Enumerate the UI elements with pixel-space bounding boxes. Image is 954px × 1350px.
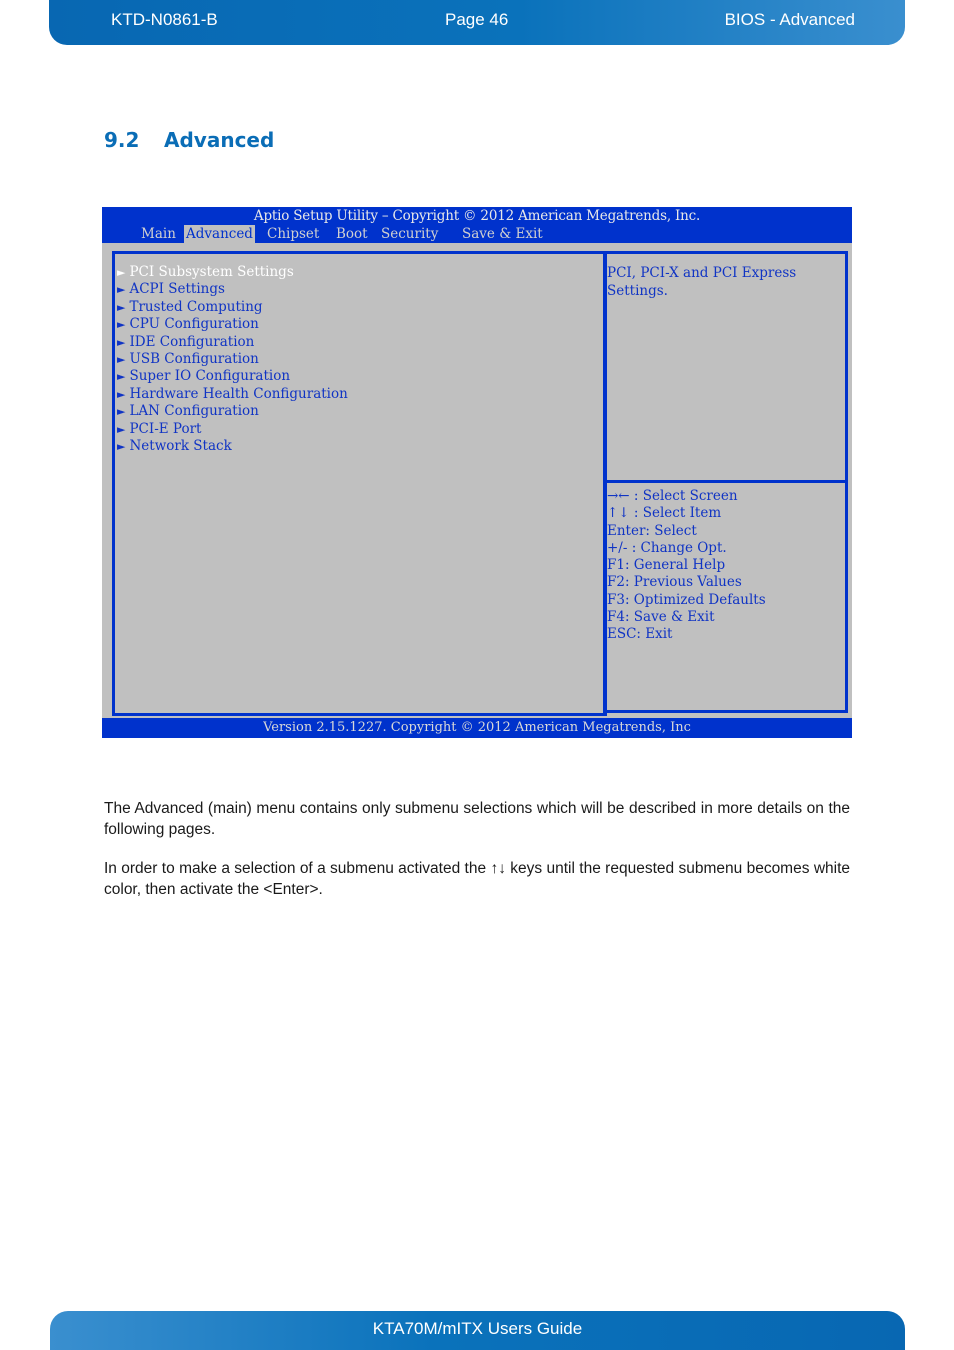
tab-advanced[interactable]: Advanced: [184, 225, 255, 243]
bios-version-bar: Version 2.15.1227. Copyright © 2012 Amer…: [102, 718, 852, 738]
menu-item-label: Hardware Health Configuration: [129, 385, 348, 402]
menu-item-label: Network Stack: [129, 437, 232, 454]
submenu-arrow-icon: ►: [117, 370, 126, 384]
page-number: Page 46: [445, 10, 509, 29]
key-f2-previous: F2: Previous Values: [607, 574, 742, 591]
section-heading: 9.2 Advanced: [104, 128, 274, 152]
menu-item-label: PCI Subsystem Settings: [129, 264, 294, 280]
bios-title-bar: Aptio Setup Utility – Copyright © 2012 A…: [102, 207, 852, 243]
key-enter-select: Enter: Select: [607, 522, 697, 539]
menu-item-label: PCI-E Port: [129, 420, 202, 437]
menu-item-usb-configuration[interactable]: ► USB Configuration: [117, 351, 348, 368]
menu-item-acpi-settings[interactable]: ► ACPI Settings: [117, 281, 348, 298]
key-change-opt: +/- : Change Opt.: [607, 539, 727, 556]
menu-item-super-io-configuration[interactable]: ► Super IO Configuration: [117, 368, 348, 385]
submenu-arrow-icon: ►: [117, 318, 126, 332]
menu-item-ide-configuration[interactable]: ► IDE Configuration: [117, 334, 348, 351]
submenu-arrow-icon: ►: [117, 266, 126, 279]
header-section-title: BIOS - Advanced: [724, 10, 855, 29]
submenu-arrow-icon: ►: [117, 439, 126, 453]
key-f1-help: F1: General Help: [607, 557, 726, 574]
section-number: 9.2: [104, 128, 140, 152]
bios-tab-bar: Main Advanced Chipset Boot Security Save…: [102, 225, 852, 243]
tab-security[interactable]: Security: [379, 225, 440, 243]
document-id: KTD-N0861-B: [111, 10, 218, 29]
key-f3-defaults: F3: Optimized Defaults: [607, 591, 766, 608]
bios-help-panel: PCI, PCI-X and PCI Express Settings.: [603, 251, 848, 483]
submenu-list: ► PCI Subsystem Settings ► ACPI Settings ►…: [117, 264, 348, 455]
menu-item-pci-subsystem-settings[interactable]: ► PCI Subsystem Settings: [117, 264, 348, 281]
menu-item-label: CPU Configuration: [129, 316, 259, 333]
bios-screenshot: Aptio Setup Utility – Copyright © 2012 A…: [102, 207, 852, 738]
submenu-arrow-icon: ►: [117, 405, 126, 419]
tab-save-exit[interactable]: Save & Exit: [460, 225, 545, 243]
menu-item-label: IDE Configuration: [129, 333, 255, 350]
body-paragraph-2: In order to make a selection of a submen…: [104, 860, 850, 898]
menu-item-label: ACPI Settings: [129, 281, 225, 298]
item-help-text: PCI, PCI-X and PCI Express Settings.: [607, 265, 797, 299]
section-title: Advanced: [164, 128, 275, 152]
menu-item-lan-configuration[interactable]: ► LAN Configuration: [117, 403, 348, 420]
footer-title: KTA70M/mITX Users Guide: [372, 1319, 583, 1338]
menu-item-trusted-computing[interactable]: ► Trusted Computing: [117, 299, 348, 316]
bios-key-legend-panel: →← : Select Screen ↑↓ : Select Item Ente…: [603, 479, 848, 713]
body-paragraph-1: The Advanced (main) menu contains only s…: [104, 800, 850, 838]
menu-item-label: Super IO Configuration: [129, 368, 291, 385]
menu-item-hardware-health-configuration[interactable]: ► Hardware Health Configuration: [117, 386, 348, 403]
submenu-arrow-icon: ►: [117, 283, 126, 297]
key-f4-save-exit: F4: Save & Exit: [607, 609, 715, 626]
page-footer: KTA70M/mITX Users Guide: [50, 1311, 905, 1350]
submenu-arrow-icon: ►: [117, 352, 126, 366]
menu-item-label: Trusted Computing: [129, 298, 263, 315]
submenu-arrow-icon: ►: [117, 387, 126, 401]
bios-title: Aptio Setup Utility – Copyright © 2012 A…: [253, 208, 701, 224]
tab-chipset[interactable]: Chipset: [265, 225, 321, 243]
key-select-screen: →← : Select Screen: [607, 488, 738, 504]
menu-item-pci-e-port[interactable]: ► PCI-E Port: [117, 421, 348, 438]
menu-item-cpu-configuration[interactable]: ► CPU Configuration: [117, 316, 348, 333]
key-select-item: ↑↓ : Select Item: [607, 505, 722, 522]
key-esc-exit: ESC: Exit: [607, 626, 673, 643]
tab-boot[interactable]: Boot: [334, 225, 370, 243]
bios-menu-panel: ► PCI Subsystem Settings ► ACPI Settings ►…: [112, 251, 607, 716]
menu-item-label: USB Configuration: [129, 350, 259, 367]
submenu-arrow-icon: ►: [117, 335, 126, 349]
submenu-arrow-icon: ►: [117, 300, 126, 314]
key-legend: →← : Select Screen ↑↓ : Select Item Ente…: [607, 488, 766, 644]
page-header: KTD-N0861-B Page 46 BIOS - Advanced: [49, 0, 905, 45]
submenu-arrow-icon: ►: [117, 422, 126, 436]
tab-main[interactable]: Main: [139, 225, 178, 243]
menu-item-network-stack[interactable]: ► Network Stack: [117, 438, 348, 455]
menu-item-label: LAN Configuration: [129, 403, 259, 420]
